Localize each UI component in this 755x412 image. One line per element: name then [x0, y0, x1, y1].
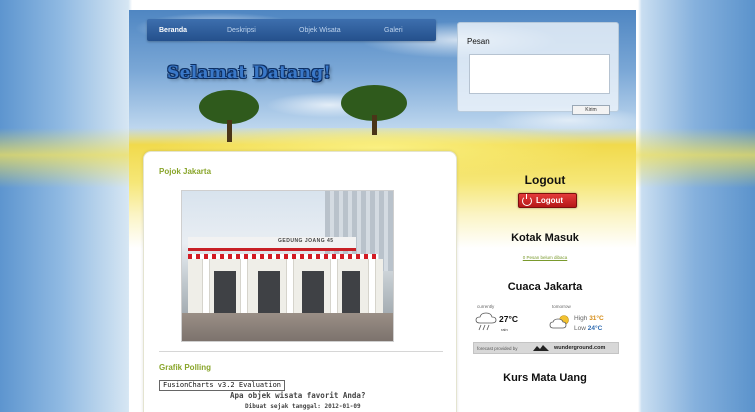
poll-date: Dibuat sejak tanggal: 2012-01-09	[245, 403, 361, 410]
weather-provider-text: forecast provided by	[477, 346, 518, 351]
tree-illustration	[341, 85, 407, 137]
section-title-grafik-polling: Grafik Polling	[159, 363, 212, 372]
page-container: Beranda Deskripsi Objek Wisata Galeri Se…	[129, 10, 636, 412]
weather-high-label: High	[574, 315, 588, 322]
weather-widget: currently tomorrow 27°C rain High 31°C L…	[473, 304, 619, 338]
wunderground-logo-icon	[533, 345, 549, 351]
weather-current-label: currently	[477, 304, 495, 309]
logout-button-label: Logout	[536, 196, 564, 205]
landmark-photo: GEDUNG JOANG 45	[181, 190, 394, 342]
section-divider	[159, 351, 443, 352]
nav-item-objek-wisata[interactable]: Objek Wisata	[299, 27, 341, 34]
weather-high-value: 31°C	[589, 315, 604, 322]
photo-sign-text: GEDUNG JOANG 45	[278, 238, 334, 244]
nav-item-deskripsi[interactable]: Deskripsi	[227, 27, 256, 34]
power-icon	[522, 194, 532, 206]
weather-low-value: 24°C	[587, 325, 603, 332]
message-box-title: Pesan	[467, 37, 490, 46]
currency-title: Kurs Mata Uang	[503, 372, 587, 384]
nav-item-beranda[interactable]: Beranda	[159, 27, 187, 34]
weather-title: Cuaca Jakarta	[507, 281, 583, 293]
rain-cloud-icon	[475, 312, 497, 331]
nav-item-galeri[interactable]: Galeri	[384, 27, 403, 34]
partly-cloudy-icon	[549, 315, 569, 329]
tree-illustration	[199, 90, 259, 146]
poll-question: Apa objek wisata favorit Anda?	[230, 391, 366, 400]
send-message-button[interactable]: Kirim	[572, 105, 610, 115]
section-title-pojok-jakarta: Pojok Jakarta	[159, 167, 212, 176]
weather-low: Low 24°C	[574, 325, 602, 332]
inbox-title: Kotak Masuk	[511, 232, 579, 244]
logout-title: Logout	[524, 173, 566, 187]
weather-tomorrow-label: tomorrow	[552, 304, 571, 309]
weather-current-condition: rain	[501, 327, 508, 332]
weather-high: High 31°C	[574, 315, 604, 322]
weather-provider-bar[interactable]: forecast provided by wunderground.com	[473, 342, 619, 354]
fusioncharts-label: FusionCharts v3.2 Evaluation	[159, 380, 286, 391]
weather-current-temp: 27°C	[499, 314, 518, 324]
message-box: Pesan Kirim	[457, 22, 619, 115]
logout-button[interactable]: Logout	[518, 193, 577, 208]
inbox-status-link[interactable]: 0 Pesan belum dibaca	[465, 255, 625, 260]
message-input[interactable]	[469, 54, 610, 94]
main-content-panel: Pojok Jakarta GEDUNG JOANG 45 Grafik Pol…	[143, 151, 457, 412]
weather-provider-name: wunderground.com	[554, 345, 606, 351]
weather-low-label: Low	[574, 325, 586, 332]
main-nav: Beranda Deskripsi Objek Wisata Galeri	[147, 19, 436, 41]
welcome-title: Selamat Datang!	[167, 63, 332, 83]
